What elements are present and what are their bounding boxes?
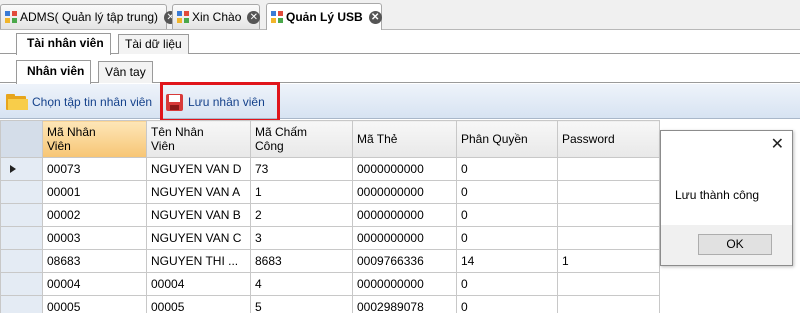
cell-password[interactable]: 1 — [557, 249, 660, 273]
choose-file-button[interactable]: Chọn tập tin nhân viên — [6, 92, 152, 112]
tab-quan-ly-usb[interactable]: Quản Lý USB ✕ — [266, 3, 382, 30]
cell-ma-nhan-vien[interactable]: 00073 — [42, 157, 147, 181]
cell-ma-cham-cong[interactable]: 73 — [250, 157, 353, 181]
cell-ten-nhan-vien[interactable]: 00005 — [146, 295, 251, 313]
folder-icon — [6, 93, 28, 111]
grid-corner[interactable] — [0, 120, 43, 158]
table-row[interactable]: 00004 00004 4 0000000000 0 — [0, 272, 660, 296]
cell-password[interactable] — [557, 157, 660, 181]
row-indicator[interactable] — [0, 249, 43, 273]
tab-van-tay[interactable]: Vân tay — [98, 61, 153, 83]
choose-file-label: Chọn tập tin nhân viên — [32, 95, 153, 109]
cell-ma-cham-cong[interactable]: 8683 — [250, 249, 353, 273]
row-indicator[interactable] — [0, 180, 43, 204]
cell-phan-quyen[interactable]: 0 — [456, 226, 558, 250]
table-row[interactable]: 00005 00005 5 0002989078 0 — [0, 295, 660, 313]
cell-phan-quyen[interactable]: 0 — [456, 272, 558, 296]
section-tab-bar: Tài nhân viên Tài dữ liệu — [0, 30, 800, 55]
table-row[interactable]: 08683 NGUYEN THI ... 8683 0009766336 14 … — [0, 249, 660, 273]
cell-ma-nhan-vien[interactable]: 00001 — [42, 180, 147, 204]
cell-password[interactable] — [557, 203, 660, 227]
cell-ten-nhan-vien[interactable]: NGUYEN VAN C — [146, 226, 251, 250]
column-header-password[interactable]: Password — [557, 120, 660, 158]
message-dialog: ✕ Lưu thành công OK — [660, 130, 793, 266]
cell-password[interactable] — [557, 226, 660, 250]
cell-ten-nhan-vien[interactable]: NGUYEN VAN A — [146, 180, 251, 204]
tab-tai-du-lieu[interactable]: Tài dữ liệu — [118, 34, 189, 54]
cell-phan-quyen[interactable]: 0 — [456, 180, 558, 204]
cell-ma-nhan-vien[interactable]: 00002 — [42, 203, 147, 227]
cell-phan-quyen[interactable]: 0 — [456, 157, 558, 181]
table-row[interactable]: 00001 NGUYEN VAN A 1 0000000000 0 — [0, 180, 660, 204]
cell-password[interactable] — [557, 272, 660, 296]
table-row[interactable]: 00002 NGUYEN VAN B 2 0000000000 0 — [0, 203, 660, 227]
tab-label: Xin Chào — [192, 10, 242, 24]
cell-ten-nhan-vien[interactable]: NGUYEN VAN D — [146, 157, 251, 181]
column-header-phan-quyen[interactable]: Phân Quyền — [456, 120, 558, 158]
cell-ma-nhan-vien[interactable]: 00005 — [42, 295, 147, 313]
tab-xin-chao[interactable]: Xin Chào ✕ — [172, 4, 261, 29]
app-icon — [5, 11, 17, 23]
message-text: Lưu thành công — [675, 188, 760, 202]
column-header-ten-nhan-vien[interactable]: Tên Nhân Viên — [146, 120, 251, 158]
cell-phan-quyen[interactable]: 0 — [456, 203, 558, 227]
employee-grid: Mã Nhân Viên Tên Nhân Viên Mã Chấm Công Mã … — [0, 120, 660, 313]
dialog-footer: OK — [661, 225, 792, 265]
column-header-ma-nhan-vien[interactable]: Mã Nhân Viên — [42, 120, 147, 158]
highlight-frame — [160, 82, 280, 122]
cell-ma-the[interactable]: 0000000000 — [352, 180, 457, 204]
tab-label: Quản Lý USB — [286, 10, 363, 24]
row-indicator[interactable] — [0, 226, 43, 250]
cell-ma-cham-cong[interactable]: 1 — [250, 180, 353, 204]
close-icon[interactable]: ✕ — [247, 10, 261, 24]
sub-tab-bar: Nhân viên Vân tay — [0, 55, 800, 84]
cell-ma-nhan-vien[interactable]: 00003 — [42, 226, 147, 250]
column-header-ma-cham-cong[interactable]: Mã Chấm Công — [250, 120, 353, 158]
row-indicator[interactable] — [0, 203, 43, 227]
app-icon — [271, 11, 283, 23]
cell-phan-quyen[interactable]: 0 — [456, 295, 558, 313]
ok-button[interactable]: OK — [698, 234, 772, 255]
cell-ma-the[interactable]: 0000000000 — [352, 226, 457, 250]
cell-ten-nhan-vien[interactable]: 00004 — [146, 272, 251, 296]
cell-ma-cham-cong[interactable]: 4 — [250, 272, 353, 296]
row-indicator[interactable] — [0, 272, 43, 296]
tab-tai-nhan-vien[interactable]: Tài nhân viên — [16, 33, 111, 55]
cell-password[interactable] — [557, 295, 660, 313]
cell-ma-cham-cong[interactable]: 3 — [250, 226, 353, 250]
row-indicator[interactable] — [0, 157, 43, 181]
cell-ma-the[interactable]: 0009766336 — [352, 249, 457, 273]
cell-ma-the[interactable]: 0000000000 — [352, 272, 457, 296]
cell-ten-nhan-vien[interactable]: NGUYEN THI ... — [146, 249, 251, 273]
cell-ten-nhan-vien[interactable]: NGUYEN VAN B — [146, 203, 251, 227]
tab-label: ADMS( Quản lý tập trung) — [20, 10, 159, 24]
toolbar: Chọn tập tin nhân viên Lưu nhân viên — [0, 84, 800, 119]
close-icon[interactable]: ✕ — [368, 10, 382, 24]
cell-phan-quyen[interactable]: 14 — [456, 249, 558, 273]
close-icon[interactable]: ✕ — [771, 136, 784, 154]
cell-ma-the[interactable]: 0002989078 — [352, 295, 457, 313]
cell-ma-cham-cong[interactable]: 2 — [250, 203, 353, 227]
app-icon — [177, 11, 189, 23]
table-row[interactable]: 00003 NGUYEN VAN C 3 0000000000 0 — [0, 226, 660, 250]
table-row[interactable]: 00073 NGUYEN VAN D 73 0000000000 0 — [0, 157, 660, 181]
cell-password[interactable] — [557, 180, 660, 204]
cell-ma-nhan-vien[interactable]: 00004 — [42, 272, 147, 296]
cell-ma-the[interactable]: 0000000000 — [352, 157, 457, 181]
column-header-ma-the[interactable]: Mã Thẻ — [352, 120, 457, 158]
tab-adms[interactable]: ADMS( Quản lý tập trung) ✕ — [0, 4, 178, 29]
document-tab-bar: ADMS( Quản lý tập trung) ✕ Xin Chào ✕ Qu… — [0, 0, 800, 30]
tab-nhan-vien[interactable]: Nhân viên — [16, 60, 92, 84]
cell-ma-the[interactable]: 0000000000 — [352, 203, 457, 227]
cell-ma-nhan-vien[interactable]: 08683 — [42, 249, 147, 273]
cell-ma-cham-cong[interactable]: 5 — [250, 295, 353, 313]
row-indicator[interactable] — [0, 295, 43, 313]
grid-header-row: Mã Nhân Viên Tên Nhân Viên Mã Chấm Công Mã … — [0, 120, 660, 158]
